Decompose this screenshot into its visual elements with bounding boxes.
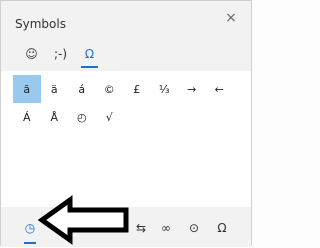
symbol-item[interactable]: Á (13, 103, 41, 131)
symbol-item[interactable]: → (178, 75, 206, 103)
shapes-category-icon[interactable]: ⊙ (181, 217, 207, 239)
symbol-item[interactable]: ā (13, 75, 41, 103)
symbol-grid: ā ä á © £ ⅓ → ← Á Å ◴ √ (13, 75, 233, 131)
symbol-item[interactable]: ä (41, 75, 69, 103)
math-category-icon[interactable]: ∞ (153, 217, 179, 239)
pointer-arrow-icon (38, 195, 129, 245)
tab-symbols[interactable]: Ω (75, 41, 104, 68)
panel-header: Symbols × ☺ ;-) Ω (1, 1, 251, 71)
symbol-item[interactable]: ← (206, 75, 234, 103)
symbol-item[interactable]: ◴ (68, 103, 96, 131)
panel-title: Symbols (15, 17, 66, 31)
greek-category-icon[interactable]: Ω (209, 217, 235, 239)
close-button[interactable]: × (223, 10, 239, 26)
symbol-area: ā ä á © £ ⅓ → ← Á Å ◴ √ (1, 71, 251, 207)
arrows-category-icon[interactable]: ⇆ (128, 217, 154, 239)
symbol-item[interactable]: á (68, 75, 96, 103)
tab-emoji[interactable]: ☺ (17, 41, 46, 67)
symbol-item[interactable]: Å (41, 103, 69, 131)
symbol-item[interactable]: £ (123, 75, 151, 103)
symbol-item[interactable]: √ (96, 103, 124, 131)
tab-bar: ☺ ;-) Ω (17, 41, 104, 69)
tab-kaomoji[interactable]: ;-) (46, 41, 75, 67)
symbol-item[interactable]: ⅓ (151, 75, 179, 103)
symbol-item[interactable]: © (96, 75, 124, 103)
